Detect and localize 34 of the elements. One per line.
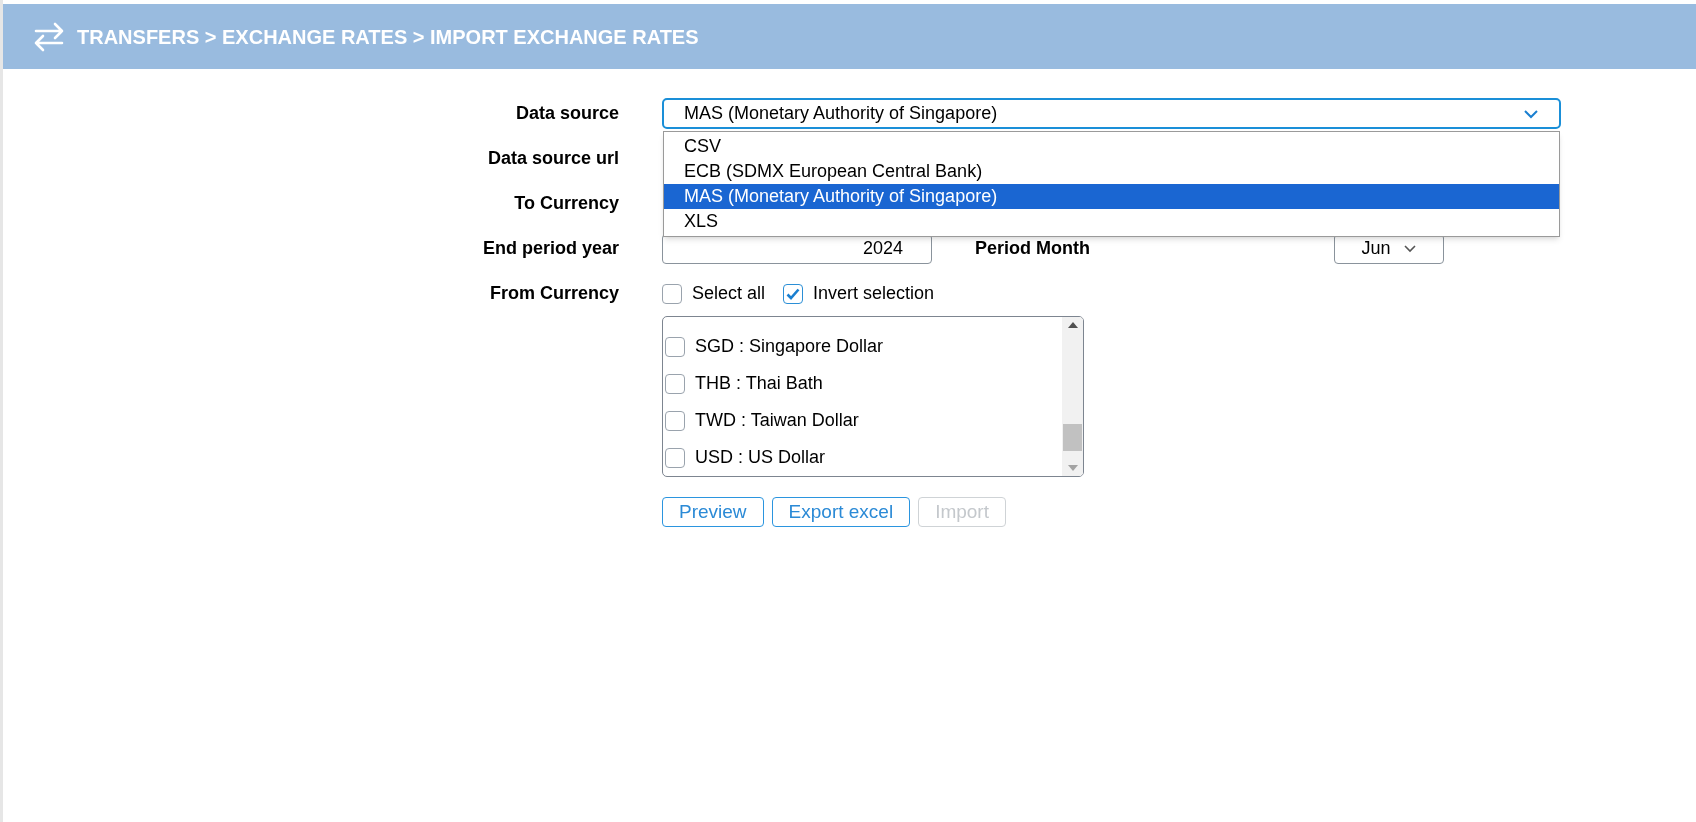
data-source-select[interactable]: MAS (Monetary Authority of Singapore)	[662, 98, 1561, 129]
action-button[interactable]: Preview	[662, 497, 764, 527]
dropdown-option[interactable]: ECB (SDMX European Central Bank)	[664, 159, 1559, 184]
field-label: From Currency	[489, 282, 619, 305]
transfer-arrows-icon	[33, 21, 65, 52]
scrollbar[interactable]	[1062, 317, 1083, 476]
checkbox[interactable]	[662, 283, 682, 304]
dropdown-option[interactable]: CSV	[664, 134, 1559, 159]
dropdown-option[interactable]: MAS (Monetary Authority of Singapore)	[664, 184, 1559, 209]
scroll-up-icon[interactable]	[1067, 322, 1078, 328]
checkbox[interactable]	[665, 336, 685, 357]
chevron-down-icon	[1402, 244, 1417, 253]
field-label: End period year	[482, 237, 619, 260]
field-label: Data source url	[487, 147, 619, 170]
checkbox[interactable]	[665, 373, 685, 394]
page-title: TRANSFERS > EXCHANGE RATES > IMPORT EXCHANGE RATES	[77, 24, 699, 50]
checkmark-icon	[786, 287, 801, 300]
currency-option[interactable]: USD : US Dollar	[695, 444, 826, 471]
currency-option[interactable]: THB : Thai Bath	[695, 370, 823, 397]
field-label: To Currency	[514, 192, 619, 215]
scroll-thumb[interactable]	[1063, 424, 1082, 451]
dropdown-option[interactable]: XLS	[664, 209, 1559, 234]
checkbox[interactable]	[665, 447, 685, 468]
scroll-down-icon[interactable]	[1067, 465, 1078, 471]
checkbox-label: Select all	[692, 282, 766, 305]
currency-option[interactable]: SGD : Singapore Dollar	[695, 333, 884, 360]
field-label: Data source	[515, 102, 619, 125]
currency-option[interactable]: TWD : Taiwan Dollar	[695, 407, 859, 434]
checkbox-label: Invert selection	[813, 282, 935, 305]
checkbox[interactable]	[665, 410, 685, 431]
field-label: Period Month	[975, 237, 1091, 260]
chevron-down-icon	[1523, 108, 1539, 119]
checkbox[interactable]	[783, 283, 804, 304]
action-button[interactable]: Export excel	[771, 497, 911, 527]
